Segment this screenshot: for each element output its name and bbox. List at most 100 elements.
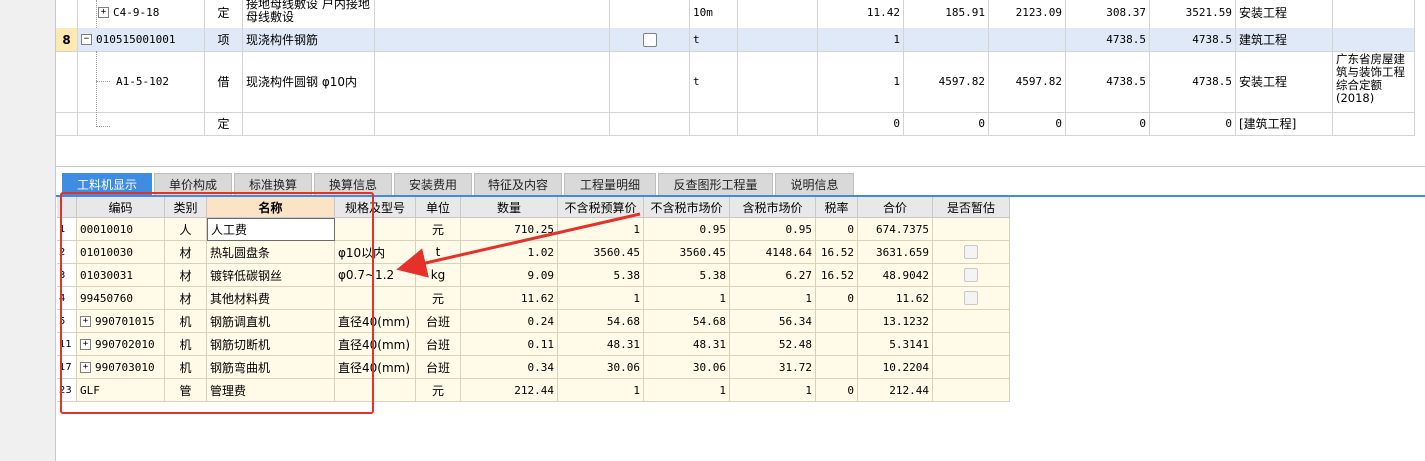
type-cell[interactable]: 定 (205, 0, 243, 28)
header-market-price[interactable]: 不含税市场价 (644, 197, 730, 218)
type-cell[interactable]: 项 (205, 28, 243, 51)
tax-rate-cell[interactable]: 0 (816, 218, 858, 241)
market-price-cell[interactable]: 48.31 (644, 333, 730, 356)
table-row[interactable]: 5 +990701015 机钢筋调直机 直径40(mm) 台班 0.24 54.68 54.6… (57, 310, 1010, 333)
header-spec[interactable]: 规格及型号 (335, 197, 416, 218)
tax-rate-cell[interactable] (816, 356, 858, 379)
spec-cell[interactable] (335, 218, 416, 241)
table-row-selected[interactable]: 8 −010515001001 项 现浇构件钢筋 t 1 4738.5 4738… (56, 28, 1425, 52)
category-cell[interactable]: 建筑工程 (1236, 28, 1333, 51)
plus-box-icon[interactable]: + (80, 338, 91, 350)
is-estimate-cell[interactable] (933, 310, 1010, 333)
table-row[interactable]: + C4-9-18 定 接地母线敷设 户内接地母线敷设 10m 11.42 185… (56, 0, 1425, 29)
name-cell[interactable]: 钢筋弯曲机 (207, 356, 335, 379)
quantity-cell[interactable]: 9.09 (461, 264, 558, 287)
spec-cell[interactable] (375, 0, 610, 28)
plus-box-icon[interactable]: + (80, 361, 91, 373)
table-row[interactable]: A1-5-102 借 现浇构件圆钢 φ10内 t 1 4597.82 4597.… (56, 51, 1425, 113)
unit-cell[interactable]: 元 (416, 287, 461, 310)
table-row[interactable]: 定 0 0 0 0 0 [建筑工程] (56, 112, 1425, 136)
code-cell[interactable]: 00010010 (77, 218, 165, 241)
budget-price-cell[interactable]: 1 (558, 287, 644, 310)
spec-cell[interactable] (375, 112, 610, 135)
tab-reverse-graphic-quantity[interactable]: 反查图形工程量 (658, 173, 773, 195)
name-cell[interactable]: 接地母线敷设 户内接地母线敷设 (243, 0, 375, 28)
spec-cell[interactable] (335, 379, 416, 402)
total-cell[interactable]: 674.7375 (858, 218, 933, 241)
tab-quantity-details[interactable]: 工程量明细 (564, 173, 656, 195)
tax-rate-cell[interactable] (816, 310, 858, 333)
quantity-cell[interactable]: 1.02 (461, 241, 558, 264)
header-unit[interactable]: 单位 (416, 197, 461, 218)
code-cell[interactable]: 99450760 (77, 287, 165, 310)
total-cell[interactable]: 11.62 (858, 287, 933, 310)
header-budget-price[interactable]: 不含税预算价 (558, 197, 644, 218)
name-cell[interactable]: 钢筋调直机 (207, 310, 335, 333)
is-estimate-cell[interactable] (933, 379, 1010, 402)
checkbox-icon[interactable] (964, 268, 978, 282)
category-cell[interactable]: 安装工程 (1236, 51, 1333, 112)
unit-cell[interactable]: 台班 (416, 333, 461, 356)
flag-cell[interactable] (610, 0, 690, 28)
category-cell[interactable]: 材 (165, 287, 207, 310)
header-name[interactable]: 名称 (207, 197, 335, 218)
tax-market-price-cell[interactable]: 6.27 (730, 264, 816, 287)
market-price-cell[interactable]: 1 (644, 379, 730, 402)
header-tax-rate[interactable]: 税率 (816, 197, 858, 218)
unit-cell[interactable]: 元 (416, 218, 461, 241)
tax-rate-cell[interactable] (816, 333, 858, 356)
budget-price-cell[interactable]: 5.38 (558, 264, 644, 287)
header-tax-market-price[interactable]: 含税市场价 (730, 197, 816, 218)
header-quantity[interactable]: 数量 (461, 197, 558, 218)
name-cell[interactable]: 镀锌低碳钢丝 (207, 264, 335, 287)
quantity-cell[interactable]: 710.25 (461, 218, 558, 241)
spec-cell[interactable]: 直径40(mm) (335, 333, 416, 356)
category-cell[interactable]: 管 (165, 379, 207, 402)
flag-cell[interactable] (610, 28, 690, 51)
unit-cell[interactable]: kg (416, 264, 461, 287)
spec-cell[interactable] (375, 28, 610, 51)
name-cell[interactable]: 现浇构件圆钢 φ10内 (243, 51, 375, 112)
budget-price-cell[interactable]: 1 (558, 218, 644, 241)
tax-market-price-cell[interactable]: 31.72 (730, 356, 816, 379)
is-estimate-cell[interactable] (933, 333, 1010, 356)
minus-box-icon[interactable]: − (81, 34, 92, 45)
name-cell[interactable]: 管理费 (207, 379, 335, 402)
is-estimate-cell[interactable] (933, 241, 1010, 264)
unit-cell[interactable] (690, 112, 738, 135)
spec-cell[interactable] (375, 51, 610, 112)
unit-cell[interactable]: 10m (690, 0, 738, 28)
quantity-cell[interactable]: 11.62 (461, 287, 558, 310)
unit-cell[interactable]: 台班 (416, 310, 461, 333)
tab-installation-fees[interactable]: 安装费用 (394, 173, 472, 195)
checkbox-icon[interactable] (964, 291, 978, 305)
unit-cell[interactable]: t (690, 51, 738, 112)
type-cell[interactable]: 定 (205, 112, 243, 135)
market-price-cell[interactable]: 30.06 (644, 356, 730, 379)
table-row[interactable]: 1 00010010 人人工费元 710.25 1 0.95 0.95 0 674.7375 (57, 218, 1010, 241)
is-estimate-cell[interactable] (933, 356, 1010, 379)
table-row[interactable]: 23 GLF 管管理费元 212.44 1 1 1 0 212.44 (57, 379, 1010, 402)
quantity-cell[interactable]: 0.34 (461, 356, 558, 379)
market-price-cell[interactable]: 1 (644, 287, 730, 310)
total-cell[interactable]: 212.44 (858, 379, 933, 402)
tab-description-info[interactable]: 说明信息 (775, 173, 854, 195)
table-row[interactable]: 11 +990702010 机钢筋切断机 直径40(mm) 台班 0.11 48.31 48.… (57, 333, 1010, 356)
tax-market-price-cell[interactable]: 1 (730, 379, 816, 402)
is-estimate-cell[interactable] (933, 264, 1010, 287)
spec-cell[interactable]: 直径40(mm) (335, 310, 416, 333)
tab-features-content[interactable]: 特征及内容 (474, 173, 562, 195)
total-cell[interactable]: 10.2204 (858, 356, 933, 379)
category-cell[interactable]: 机 (165, 333, 207, 356)
name-cell[interactable]: 其他材料费 (207, 287, 335, 310)
tab-labor-material-machine[interactable]: 工料机显示 (62, 173, 152, 195)
unit-cell[interactable]: 元 (416, 379, 461, 402)
spec-cell[interactable]: 直径40(mm) (335, 356, 416, 379)
code-cell[interactable]: + C4-9-18 (78, 0, 205, 28)
qty-cell[interactable]: 1 (818, 51, 904, 112)
total-cell[interactable]: 5.3141 (858, 333, 933, 356)
tab-standard-conversion[interactable]: 标准换算 (234, 173, 312, 195)
table-row[interactable]: 3 01030031 材镀锌低碳钢丝 φ0.7~1.2 kg 9.09 5.38 5.38 6.… (57, 264, 1010, 287)
quantity-cell[interactable]: 212.44 (461, 379, 558, 402)
name-cell[interactable]: 现浇构件钢筋 (243, 28, 375, 51)
